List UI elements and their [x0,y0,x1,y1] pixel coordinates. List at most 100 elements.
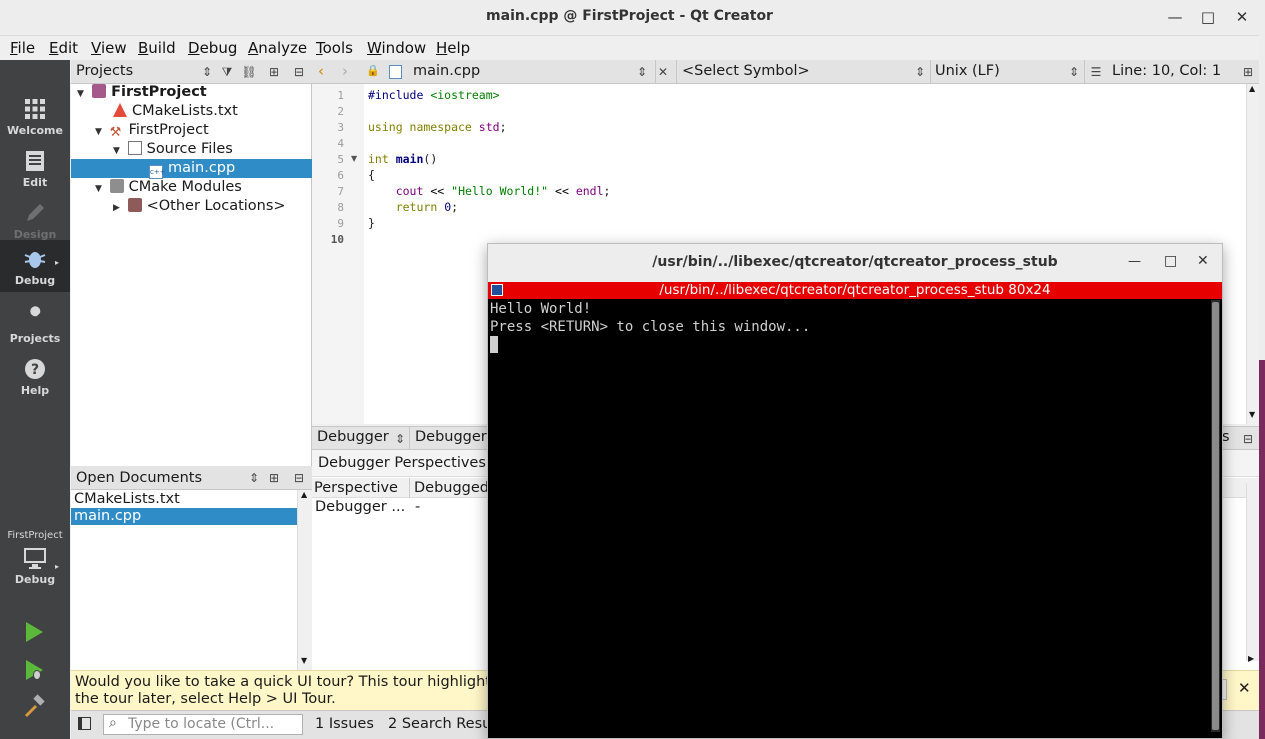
minimize-button[interactable]: — [1163,6,1187,30]
symbol-dropdown-icon[interactable]: ⇕ [912,64,928,80]
tree-item[interactable]: ▼ CMake Modules [71,178,312,197]
terminal-minimize-button[interactable]: — [1128,254,1141,269]
menu-analyze[interactable]: Analyze [248,39,307,57]
maximize-button[interactable]: □ [1196,6,1220,30]
scroll-down-icon[interactable]: ▼ [1249,410,1255,419]
close-pane-icon[interactable]: ⊟ [1240,431,1256,447]
close-pane-icon[interactable]: ⊟ [291,470,307,486]
code-line: using namespace std; [368,120,507,134]
mode-debug[interactable]: Debug ▸ [0,240,70,292]
terminal-title-bar[interactable]: /usr/bin/../libexec/qtcreator/qtcreator_… [488,244,1222,282]
file-dropdown-icon[interactable]: ⇕ [634,64,650,80]
menu-build[interactable]: Build [138,39,176,57]
fold-arrow-icon[interactable]: ▼ [351,154,357,163]
line-number: 6 [337,169,344,182]
menu-edit[interactable]: Edit [49,39,78,57]
mode-projects[interactable]: Projects [0,298,70,350]
toggle-sidebar-icon[interactable] [78,717,91,730]
forward-icon[interactable]: › [342,62,348,80]
kit-selector[interactable]: FirstProject Debug ▸ [0,522,70,600]
tree-item[interactable]: ▶ <Other Locations> [71,197,312,216]
wrench-icon [28,306,41,325]
debugger-tab[interactable]: Debugger [415,429,487,445]
code-line: #include <iostream> [368,88,500,102]
view-switch-icon[interactable]: ⇕ [246,470,262,486]
project-tree: ▼ FirstProject CMakeLists.txt ▼ ⚒ FirstPr… [71,84,312,466]
scroll-up-icon[interactable]: ▲ [301,490,307,499]
menu-tools[interactable]: Tools [316,39,353,57]
tree-item[interactable]: ▼ Source Files [71,140,312,159]
search-results-tab[interactable]: 2 Search Resul [388,716,495,732]
split-icon[interactable]: ⊞ [266,470,282,486]
line-ending-selector[interactable]: Unix (LF) [935,63,1000,79]
line-ending-dropdown-icon[interactable]: ⇕ [1066,64,1082,80]
link-icon[interactable]: ⛓ [241,64,257,80]
terminal-scroll-thumb[interactable] [1212,302,1219,730]
code-line: { [368,168,375,182]
split-icon[interactable]: ⊞ [266,64,282,80]
column-header-perspective[interactable]: Perspective [314,480,398,496]
open-documents-scrollbar[interactable]: ▲ ▼ [297,490,312,670]
tree-item-selected[interactable]: c++ main.cpp [71,159,312,179]
filter-icon[interactable]: ⧩ [219,64,235,80]
title-bar[interactable]: main.cpp @ FirstProject - Qt Creator — □… [0,0,1259,36]
open-document-item[interactable]: CMakeLists.txt [71,491,297,508]
close-document-icon[interactable]: ✕ [655,64,671,80]
tree-item[interactable]: CMakeLists.txt [71,102,312,121]
tour-close-button[interactable]: ✕ [1238,680,1251,697]
menu-debug[interactable]: Debug [188,39,237,57]
view-switch-icon[interactable]: ⇕ [199,64,215,80]
close-pane-icon[interactable]: ⊟ [291,64,307,80]
symbol-selector[interactable]: <Select Symbol> [682,63,810,79]
run-icon[interactable] [22,620,46,644]
debugger-tab[interactable]: Debugger [317,429,389,445]
close-button[interactable]: ✕ [1230,6,1254,30]
editor-file-tab[interactable]: main.cpp [413,63,480,79]
window-title: main.cpp @ FirstProject - Qt Creator [486,8,773,24]
menu-file[interactable]: File [10,39,35,57]
cursor-position[interactable]: Line: 10, Col: 1 [1112,63,1221,79]
source-folder-icon [127,141,142,155]
open-document-item-selected[interactable]: main.cpp [71,508,297,525]
code-line: cout << "Hello World!" << endl; [395,184,611,198]
menu-window[interactable]: Window [367,39,426,57]
terminal-maximize-button[interactable]: □ [1164,253,1177,269]
mode-design[interactable]: Design [0,194,70,246]
debug-run-icon[interactable] [22,658,46,682]
scroll-right-icon[interactable]: ▶ [1248,654,1254,663]
tree-item[interactable]: ▼ ⚒ FirstProject [71,121,312,140]
terminal-window[interactable]: /usr/bin/../libexec/qtcreator/qtcreator_… [487,243,1223,739]
editor-scrollbar[interactable]: ▲ ▼ [1246,84,1259,424]
build-hammer-icon[interactable] [22,694,46,718]
mode-welcome[interactable]: Welcome [0,90,70,142]
split-icon[interactable]: ⊞ [1240,64,1256,80]
tree-item[interactable]: ▼ FirstProject [71,83,312,102]
mode-sidebar: Welcome Edit Design Debug ▸ Projects ? H… [0,60,70,739]
kit-project-name: FirstProject [7,530,63,541]
outline-icon[interactable]: ☰ [1088,64,1104,80]
cpp-file-icon: c++ [149,165,166,179]
menu-help[interactable]: Help [436,39,470,57]
scroll-up-icon[interactable]: ▲ [1249,84,1255,93]
mode-help[interactable]: ? Help [0,350,70,402]
collapsed-arrow-icon: ▶ [113,203,120,213]
mode-edit[interactable]: Edit [0,142,70,194]
document-icon [26,151,44,171]
line-number: 8 [337,201,344,214]
perspective-cell: Debugger ... [315,499,406,515]
terminal-banner: /usr/bin/../libexec/qtcreator/qtcreator_… [488,282,1222,299]
locator-input[interactable]: Type to locate (Ctrl... [103,714,303,735]
mode-label: Welcome [7,124,63,137]
dropdown-icon[interactable]: ⇕ [392,431,408,447]
menu-view[interactable]: View [91,39,127,57]
back-icon[interactable]: ‹ [318,62,324,80]
issues-tab[interactable]: 1 Issues [315,716,374,732]
hammer-icon: ⚒ [109,125,122,140]
debugger-scrollbar[interactable] [1246,483,1259,661]
line-number: 7 [337,185,344,198]
scroll-down-icon[interactable]: ▼ [301,656,307,665]
mode-label: Projects [9,332,61,345]
terminal-close-button[interactable]: ✕ [1197,253,1209,269]
column-header-debugged[interactable]: Debugged [414,480,489,496]
debugger-tab-partial[interactable]: s [1222,429,1230,445]
